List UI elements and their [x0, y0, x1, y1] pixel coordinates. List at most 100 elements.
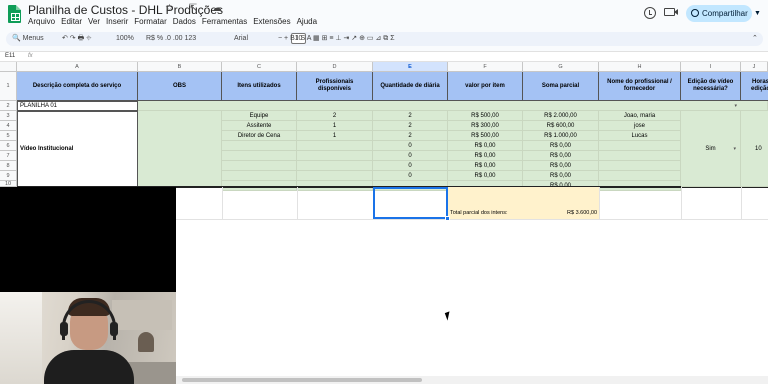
column-header-c[interactable]: C — [222, 62, 297, 72]
menu-inserir[interactable]: Inserir — [106, 17, 128, 26]
column-header-f[interactable]: F — [448, 62, 523, 72]
text-format-icons[interactable]: − + B I S A ▦ ⊞ ≡ ⊥ ⇥ ↗ ⊕ ▭ ⊿ ⧉ Σ — [278, 34, 395, 44]
fill-handle[interactable] — [445, 216, 450, 221]
cell-days[interactable]: 0 — [373, 171, 448, 181]
cell-days[interactable]: 2 — [373, 131, 448, 141]
row-2-merged-cell[interactable]: ▾ — [138, 101, 768, 111]
cell-professionals[interactable] — [297, 151, 373, 161]
column-header-b[interactable]: B — [138, 62, 222, 72]
header-cell-edit-needed[interactable]: Edição de vídeo necessária? — [681, 72, 741, 101]
cell-professionals[interactable] — [297, 171, 373, 181]
cell-partial-sum[interactable]: R$ 0,00 — [523, 171, 599, 181]
cell-unit-value[interactable]: R$ 0,00 — [448, 171, 523, 181]
row-header-5[interactable]: 5 — [0, 131, 17, 141]
menu-ver[interactable]: Ver — [88, 17, 100, 26]
cell-professionals[interactable]: 1 — [297, 121, 373, 131]
row-header-1[interactable]: 1 — [0, 72, 17, 101]
star-move-cloud-icons[interactable]: ☆ ⇱ ☁ — [165, 3, 228, 14]
share-dropdown-icon[interactable]: ▼ — [754, 10, 761, 17]
cell-partial-sum[interactable]: R$ 0,00 — [523, 161, 599, 171]
active-cell-selection[interactable] — [373, 187, 448, 219]
cell-service-description[interactable]: Vídeo Institucional — [17, 111, 138, 187]
cell-professionals[interactable]: 1 — [297, 131, 373, 141]
cell-edit-needed[interactable]: Sim ▾ — [681, 111, 741, 187]
row-header-7[interactable]: 7 — [0, 151, 17, 161]
cell-unit-value[interactable]: R$ 0,00 — [448, 141, 523, 151]
number-format-icons[interactable]: R$ % .0 .00 123 — [146, 34, 196, 44]
cell-professionals[interactable] — [297, 161, 373, 171]
cell-provider-name[interactable] — [599, 171, 681, 181]
cell-days[interactable]: 0 — [373, 141, 448, 151]
cell-provider-name[interactable]: Lucas — [599, 131, 681, 141]
cell-item[interactable] — [222, 141, 297, 151]
cell-days[interactable]: 0 — [373, 151, 448, 161]
cell-item[interactable]: Equipe — [222, 111, 297, 121]
cell-edit-hours[interactable]: 10 — [741, 111, 768, 187]
cell-partial-sum[interactable]: R$ 1.000,00 — [523, 131, 599, 141]
edit-needed-dropdown-icon[interactable]: ▾ — [733, 146, 736, 152]
header-cell-obs[interactable]: OBS — [138, 72, 222, 101]
menu-editar[interactable]: Editar — [61, 17, 82, 26]
cell-provider-name[interactable] — [599, 161, 681, 171]
row-header-3[interactable]: 3 — [0, 111, 17, 121]
row-header-9[interactable]: 9 — [0, 171, 17, 181]
font-select[interactable]: Arial — [234, 34, 248, 44]
cell-professionals[interactable]: 2 — [297, 111, 373, 121]
row-2-dropdown-icon[interactable]: ▾ — [734, 103, 737, 109]
cell-sheet-label[interactable]: PLANILHA 01 — [17, 101, 138, 111]
header-cell-description[interactable]: Descrição completa do serviço — [17, 72, 138, 101]
cell-obs[interactable] — [138, 111, 222, 187]
header-cell-provider-name[interactable]: Nome do profissional / fornecedor — [599, 72, 681, 101]
search-menus-button[interactable]: 🔍 Menus — [12, 34, 44, 44]
column-header-a[interactable]: A — [17, 62, 138, 72]
collapse-toolbar-icon[interactable]: ⌃ — [752, 34, 758, 44]
horizontal-scrollbar-thumb[interactable] — [182, 378, 422, 382]
menu-ferramentas[interactable]: Ferramentas — [202, 17, 247, 26]
cell-item[interactable] — [222, 151, 297, 161]
cell-item[interactable] — [222, 171, 297, 181]
header-cell-edit-hours[interactable]: Horas edição — [741, 72, 768, 101]
cell-provider-name[interactable] — [599, 151, 681, 161]
cell-unit-value[interactable]: R$ 0,00 — [448, 161, 523, 171]
cell-total-value[interactable]: R$ 3.600,00 — [523, 187, 599, 219]
header-cell-professionals[interactable]: Profissionais disponíveis — [297, 72, 373, 101]
column-header-d[interactable]: D — [297, 62, 373, 72]
row-header-2[interactable]: 2 — [0, 101, 17, 111]
menu-arquivo[interactable]: Arquivo — [28, 17, 55, 26]
cell-item[interactable] — [222, 161, 297, 171]
name-box[interactable]: E11 — [5, 53, 15, 59]
menu-formatar[interactable]: Formatar — [134, 17, 166, 26]
zoom-select[interactable]: 100% — [116, 34, 134, 44]
header-cell-partial-sum[interactable]: Soma parcial — [523, 72, 599, 101]
cell-unit-value[interactable]: R$ 300,00 — [448, 121, 523, 131]
cell-partial-sum[interactable]: R$ 2.000,00 — [523, 111, 599, 121]
cell-unit-value[interactable]: R$ 500,00 — [448, 111, 523, 121]
menu-extensoes[interactable]: Extensões — [253, 17, 290, 26]
cell-provider-name[interactable]: Joao, maria — [599, 111, 681, 121]
column-header-e[interactable]: E — [373, 62, 448, 72]
cell-provider-name[interactable]: jose — [599, 121, 681, 131]
header-cell-days[interactable]: Quantidade de diária — [373, 72, 448, 101]
column-header-h[interactable]: H — [599, 62, 681, 72]
row-header-8[interactable]: 8 — [0, 161, 17, 171]
cell-partial-sum[interactable]: R$ 600,00 — [523, 121, 599, 131]
cell-total-label[interactable]: Total parcial dos intens: — [448, 187, 523, 219]
version-history-icon[interactable] — [644, 7, 656, 19]
cell-item[interactable]: Assitente — [222, 121, 297, 131]
cell-unit-value[interactable]: R$ 0,00 — [448, 151, 523, 161]
cell-unit-value[interactable]: R$ 500,00 — [448, 131, 523, 141]
column-header-j[interactable]: J — [741, 62, 768, 72]
row-header-4[interactable]: 4 — [0, 121, 17, 131]
menu-dados[interactable]: Dados — [173, 17, 196, 26]
cell-days[interactable]: 2 — [373, 111, 448, 121]
column-header-i[interactable]: I — [681, 62, 741, 72]
sheets-logo-icon[interactable] — [8, 5, 21, 23]
row-header-6[interactable]: 6 — [0, 141, 17, 151]
column-header-g[interactable]: G — [523, 62, 599, 72]
select-all-corner[interactable] — [0, 62, 17, 72]
undo-redo-print-icons[interactable]: ↶ ↷ 🖶 ⌖ — [62, 34, 91, 44]
cell-partial-sum[interactable]: R$ 0,00 — [523, 141, 599, 151]
menu-ajuda[interactable]: Ajuda — [297, 17, 317, 26]
header-cell-items[interactable]: Itens utilizados — [222, 72, 297, 101]
cell-provider-name[interactable] — [599, 141, 681, 151]
